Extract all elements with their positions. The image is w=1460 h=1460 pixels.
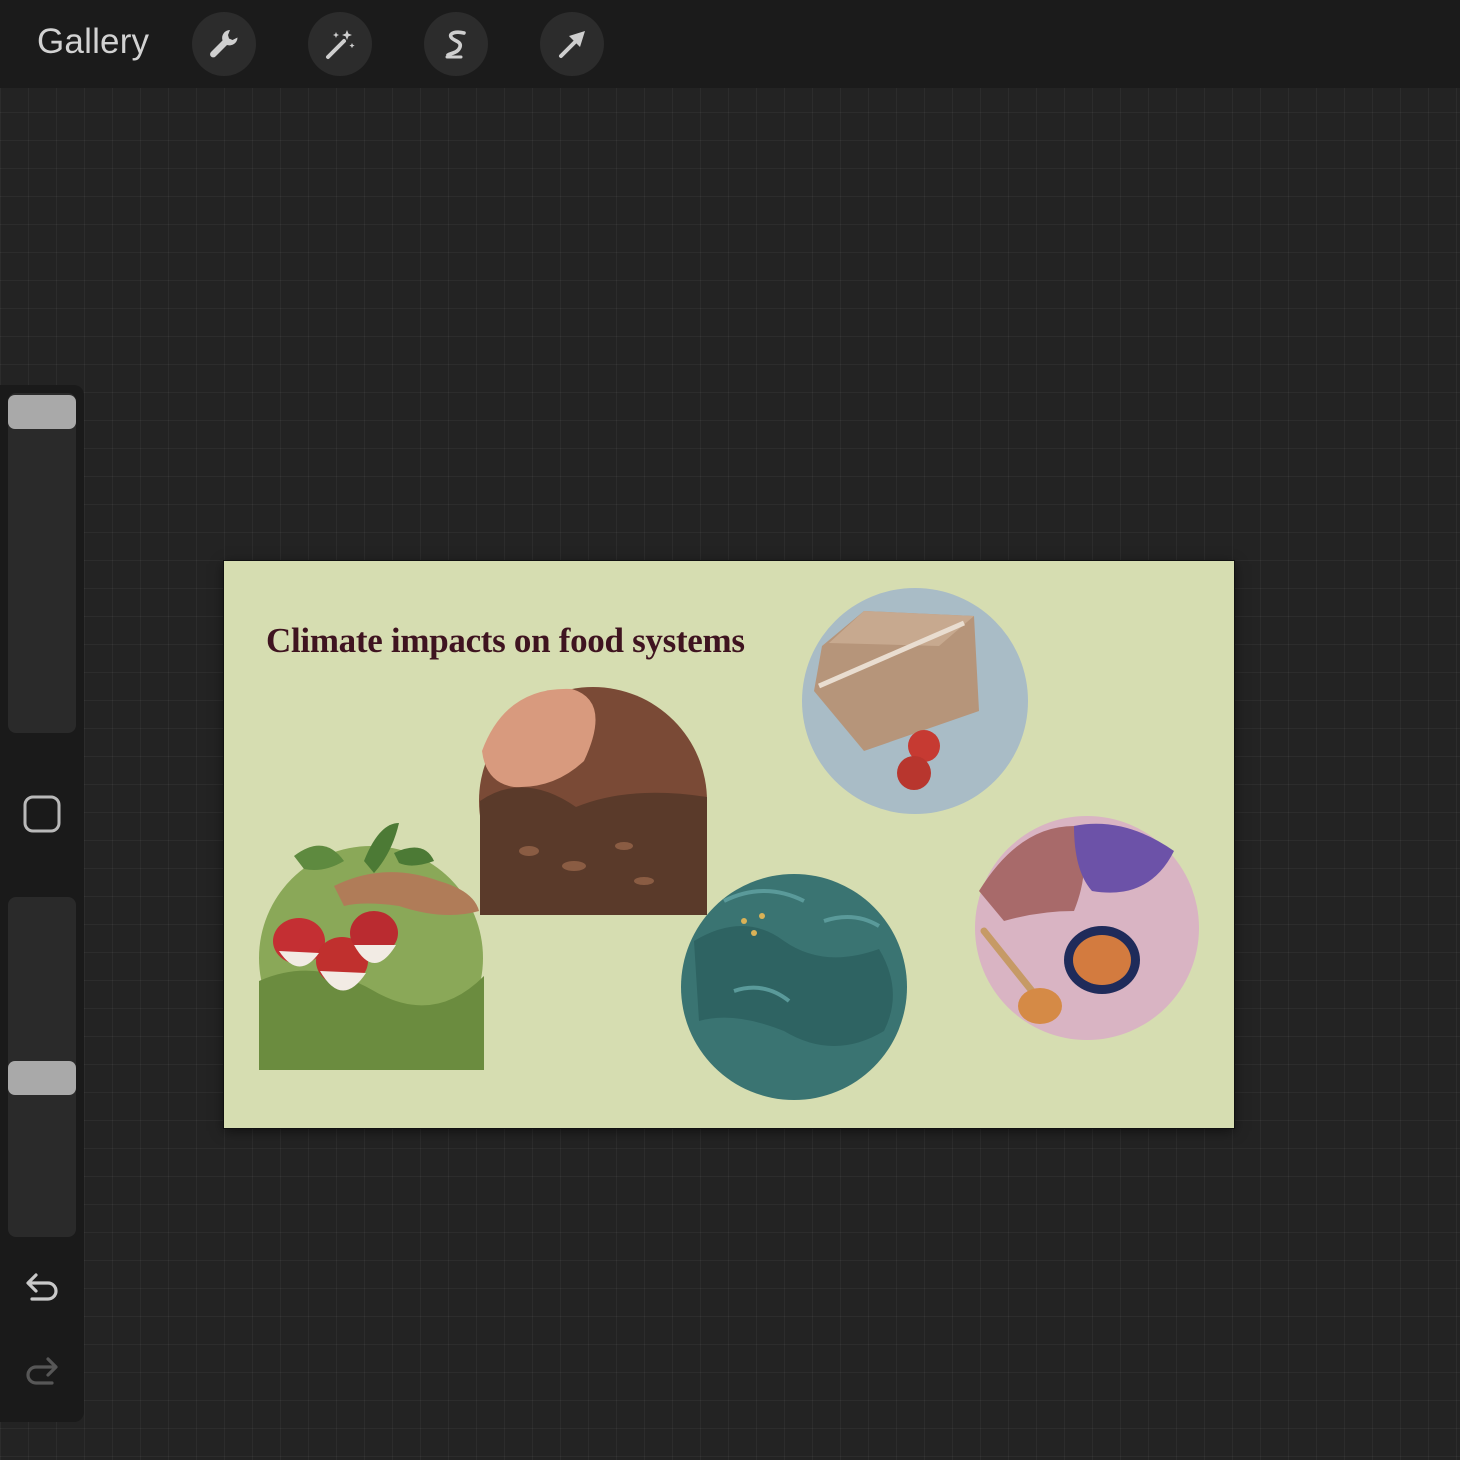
selection-button[interactable] (424, 12, 488, 76)
top-toolbar: Gallery (0, 0, 1460, 88)
undo-button[interactable] (17, 1262, 67, 1312)
soil-seed-illustration (479, 687, 707, 915)
redo-button[interactable] (17, 1346, 67, 1396)
opacity-thumb[interactable] (8, 1061, 76, 1095)
magic-wand-icon (326, 30, 355, 59)
selection-s-icon (445, 30, 466, 59)
brush-size-thumb[interactable] (8, 395, 76, 429)
gallery-button[interactable]: Gallery (37, 22, 149, 62)
artwork-illustrations (259, 588, 1199, 1100)
left-sidebar (0, 385, 84, 1422)
adjustments-button[interactable] (308, 12, 372, 76)
artwork-canvas[interactable]: Climate impacts on food systems (224, 561, 1234, 1128)
brush-size-slider[interactable] (8, 393, 76, 733)
move-arrow-icon (559, 31, 585, 58)
modify-button[interactable] (17, 789, 67, 839)
ocean-water-illustration (681, 874, 907, 1100)
undo-icon (26, 1273, 58, 1301)
soup-pot-illustration (975, 816, 1199, 1040)
modify-square-icon (23, 795, 61, 833)
redo-icon (26, 1357, 58, 1385)
radish-harvest-illustration (259, 823, 484, 1070)
transform-button[interactable] (540, 12, 604, 76)
actions-button[interactable] (192, 12, 256, 76)
delivery-box-illustration (802, 588, 1028, 814)
wrench-icon (210, 30, 238, 58)
